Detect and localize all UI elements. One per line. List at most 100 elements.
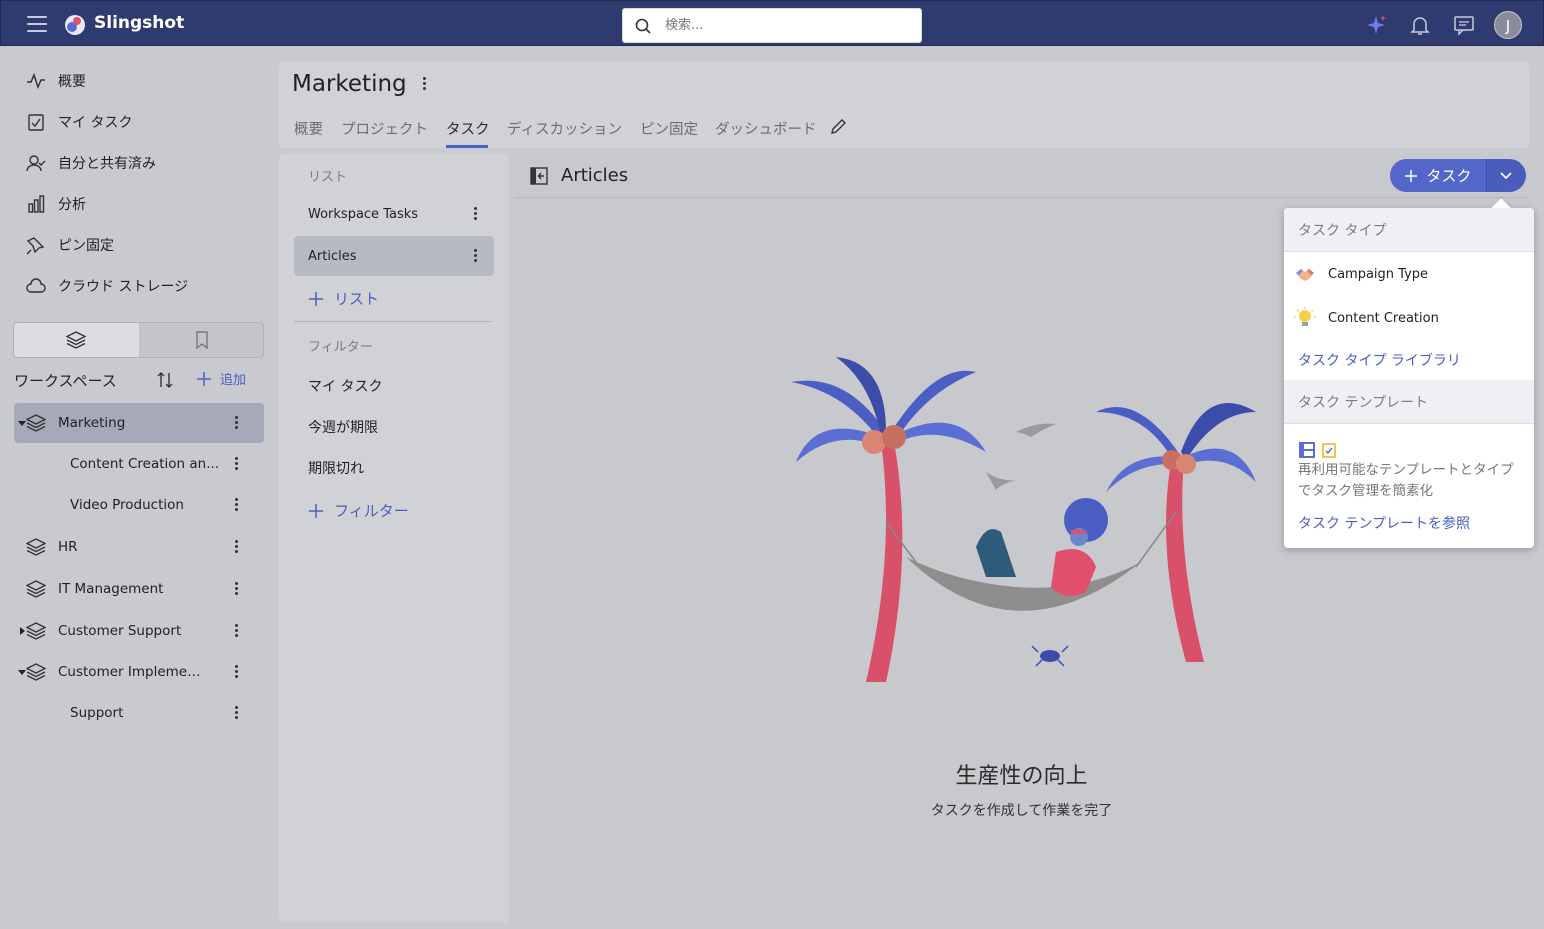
filter-my-tasks[interactable]: マイ タスク (308, 376, 382, 396)
layers-tab[interactable] (14, 323, 139, 357)
more-options-icon[interactable] (235, 457, 239, 471)
top-bar: Slingshot J (0, 0, 1544, 46)
search-input[interactable] (663, 9, 913, 42)
workspace-item-marketing[interactable]: Marketing (14, 403, 264, 443)
nav-item-label: クラウド ストレージ (58, 279, 189, 295)
chat-icon[interactable] (1452, 13, 1476, 37)
workspace-item-customer-implementation[interactable]: Customer Implementa... (14, 652, 264, 692)
list-item-label: Articles (308, 248, 357, 264)
task-type-campaign[interactable]: Campaign Type (1294, 254, 1524, 294)
workspace-item-support[interactable]: Support (14, 693, 264, 733)
bell-icon[interactable] (1408, 13, 1432, 37)
nav-item-overview[interactable]: 概要 (26, 68, 86, 94)
more-options-icon[interactable] (235, 624, 239, 638)
sort-icon[interactable] (155, 370, 175, 390)
collapse-panel-icon[interactable] (530, 167, 548, 185)
nav-item-analytics[interactable]: 分析 (26, 191, 86, 217)
workspace-name: Support (70, 705, 124, 721)
add-task-button[interactable]: タスク (1390, 159, 1486, 192)
list-header: Articles タスク (514, 154, 1529, 198)
nav-item-pinned[interactable]: ピン固定 (26, 232, 114, 258)
workspace-name: Marketing (58, 415, 126, 431)
caret-down-icon[interactable] (18, 419, 26, 427)
plus-icon (1405, 169, 1418, 182)
workspace-item-content-creation[interactable]: Content Creation an... (14, 444, 264, 484)
bookmark-icon[interactable] (194, 331, 210, 349)
filter-overdue[interactable]: 期限切れ (308, 458, 364, 478)
sparkle-ai-icon[interactable] (1364, 13, 1388, 37)
filters-section-label: フィルター (308, 340, 373, 355)
template-icons (1299, 442, 1336, 458)
nav-item-cloud-storage[interactable]: クラウド ストレージ (26, 273, 188, 299)
empty-state-title: 生産性の向上 (955, 764, 1088, 789)
template-description: 再利用可能なテンプレートとタイプでタスク管理を簡素化 (1298, 462, 1514, 499)
plus-icon (197, 371, 211, 386)
workspace-item-it-management[interactable]: IT Management (14, 569, 264, 609)
browse-templates-link[interactable]: タスク テンプレートを参照 (1298, 513, 1470, 533)
handshake-icon (1296, 269, 1314, 281)
layers-icon (26, 580, 46, 598)
more-options-icon[interactable] (474, 249, 478, 263)
add-task-label: タスク (1426, 167, 1472, 185)
hammock-palm-illustration (791, 357, 1256, 682)
more-options-icon[interactable] (235, 498, 239, 512)
workspace-item-customer-support[interactable]: Customer Support (14, 611, 264, 651)
tab-projects[interactable]: プロジェクト (341, 118, 428, 139)
tab-tasks[interactable]: タスク (446, 118, 490, 139)
nav-item-label: 分析 (58, 197, 86, 213)
add-filter-button[interactable]: フィルター (308, 500, 409, 521)
nav-item-label: ピン固定 (58, 238, 114, 254)
list-item-articles[interactable]: Articles (294, 236, 494, 276)
tab-discussion[interactable]: ディスカッション (507, 118, 622, 139)
title-more-options-icon[interactable] (423, 77, 427, 91)
user-avatar[interactable]: J (1494, 11, 1522, 39)
task-type-dropdown-menu: タスク タイプ Campaign Type Content Creation タ… (1284, 198, 1534, 548)
more-options-icon[interactable] (474, 207, 478, 221)
workspace-name: IT Management (58, 581, 164, 597)
cloud-icon (26, 278, 46, 293)
more-options-icon[interactable] (235, 540, 239, 554)
tab-dashboard[interactable]: ダッシュボード (715, 118, 817, 139)
task-type-section-header: タスク タイプ (1284, 208, 1534, 252)
pencil-edit-icon[interactable] (829, 118, 847, 136)
slingshot-logo-icon (65, 15, 85, 35)
more-options-icon[interactable] (235, 706, 239, 720)
empty-state-subtitle: タスクを作成して作業を完了 (930, 803, 1113, 819)
workspace-label: ワークスペース (14, 372, 117, 390)
more-options-icon[interactable] (235, 416, 239, 430)
layers-icon (26, 414, 46, 432)
layers-icon (26, 663, 46, 681)
workspace-name: Customer Implementa... (58, 664, 208, 680)
lists-section-label: リスト (308, 170, 348, 185)
caret-down-icon[interactable] (18, 668, 26, 676)
add-list-button[interactable]: リスト (308, 288, 379, 309)
list-item-workspace-tasks[interactable]: Workspace Tasks (294, 194, 494, 234)
lists-panel: リスト Workspace Tasks Articles リスト フィルター マ… (279, 154, 509, 922)
task-type-library-link[interactable]: タスク タイプ ライブラリ (1298, 350, 1461, 370)
nav-item-shared[interactable]: 自分と共有済み (26, 150, 156, 176)
more-options-icon[interactable] (235, 665, 239, 679)
workspace-view-toggle (13, 322, 264, 358)
tab-pinned[interactable]: ピン固定 (640, 118, 698, 139)
workspace-item-video-production[interactable]: Video Production (14, 485, 264, 525)
workspace-item-hr[interactable]: HR (14, 527, 264, 567)
divider (294, 321, 492, 322)
task-type-label: Content Creation (1328, 310, 1439, 326)
task-type-content-creation[interactable]: Content Creation (1294, 298, 1524, 338)
workspace-name: Content Creation an... (70, 456, 220, 472)
add-filter-label: フィルター (334, 502, 409, 520)
workspace-name: Video Production (70, 497, 184, 513)
workspace-header: Marketing 概要 プロジェクト タスク ディスカッション ピン固定 ダッ… (279, 61, 1529, 148)
tab-overview[interactable]: 概要 (294, 118, 323, 139)
nav-item-my-tasks[interactable]: マイ タスク (26, 109, 132, 135)
plus-icon (309, 291, 323, 306)
task-type-dropdown-button[interactable] (1486, 159, 1526, 192)
filter-due-this-week[interactable]: 今週が期限 (308, 417, 378, 437)
search-box[interactable] (622, 8, 922, 43)
search-icon (635, 18, 651, 34)
add-workspace-button[interactable]: 追加 (196, 369, 246, 388)
hamburger-menu-icon[interactable] (27, 16, 47, 32)
more-options-icon[interactable] (235, 582, 239, 596)
task-type-label: Campaign Type (1328, 266, 1429, 282)
caret-right-icon[interactable] (18, 627, 26, 635)
